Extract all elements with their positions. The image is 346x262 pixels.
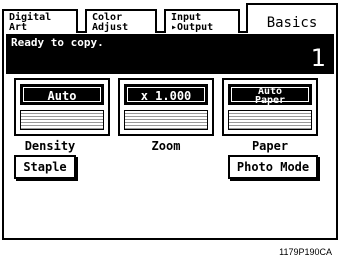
- status-message: Ready to copy.: [11, 36, 104, 49]
- density-adjust-bar[interactable]: [20, 110, 104, 130]
- copy-count: 1: [310, 44, 326, 72]
- zoom-adjust-bar[interactable]: [124, 110, 208, 130]
- zoom-label: Zoom: [151, 139, 181, 153]
- zoom-value: x 1.000: [124, 84, 208, 105]
- density-value: Auto: [20, 84, 104, 105]
- zoom-control[interactable]: x 1.000: [118, 78, 214, 136]
- tab-basics[interactable]: Basics: [246, 3, 338, 33]
- tab-digital-art[interactable]: Digital Art: [2, 9, 78, 33]
- photo-mode-button[interactable]: Photo Mode: [228, 155, 318, 179]
- paper-value: Auto Paper: [228, 84, 312, 106]
- tab-color-adjust[interactable]: Color Adjust: [85, 9, 157, 33]
- paper-control[interactable]: Auto Paper: [222, 78, 318, 136]
- paper-adjust-bar[interactable]: [228, 110, 312, 130]
- tab-input-output[interactable]: Input ▸Output: [164, 9, 240, 33]
- status-display: Ready to copy. 1: [6, 34, 334, 74]
- tab-label-line2: ▸Output: [171, 22, 214, 33]
- paper-value-line2: Paper: [254, 95, 286, 106]
- tab-label-line2: Adjust: [92, 22, 129, 33]
- density-label: Density: [24, 139, 76, 153]
- density-control[interactable]: Auto: [14, 78, 110, 136]
- staple-button[interactable]: Staple: [14, 155, 76, 179]
- tab-label-line2: Art: [9, 22, 28, 33]
- copier-screen: Digital Art Color Adjust Input ▸Output B…: [2, 1, 338, 240]
- figure-code: 1179P190CA: [279, 247, 332, 257]
- paper-label: Paper: [251, 139, 289, 153]
